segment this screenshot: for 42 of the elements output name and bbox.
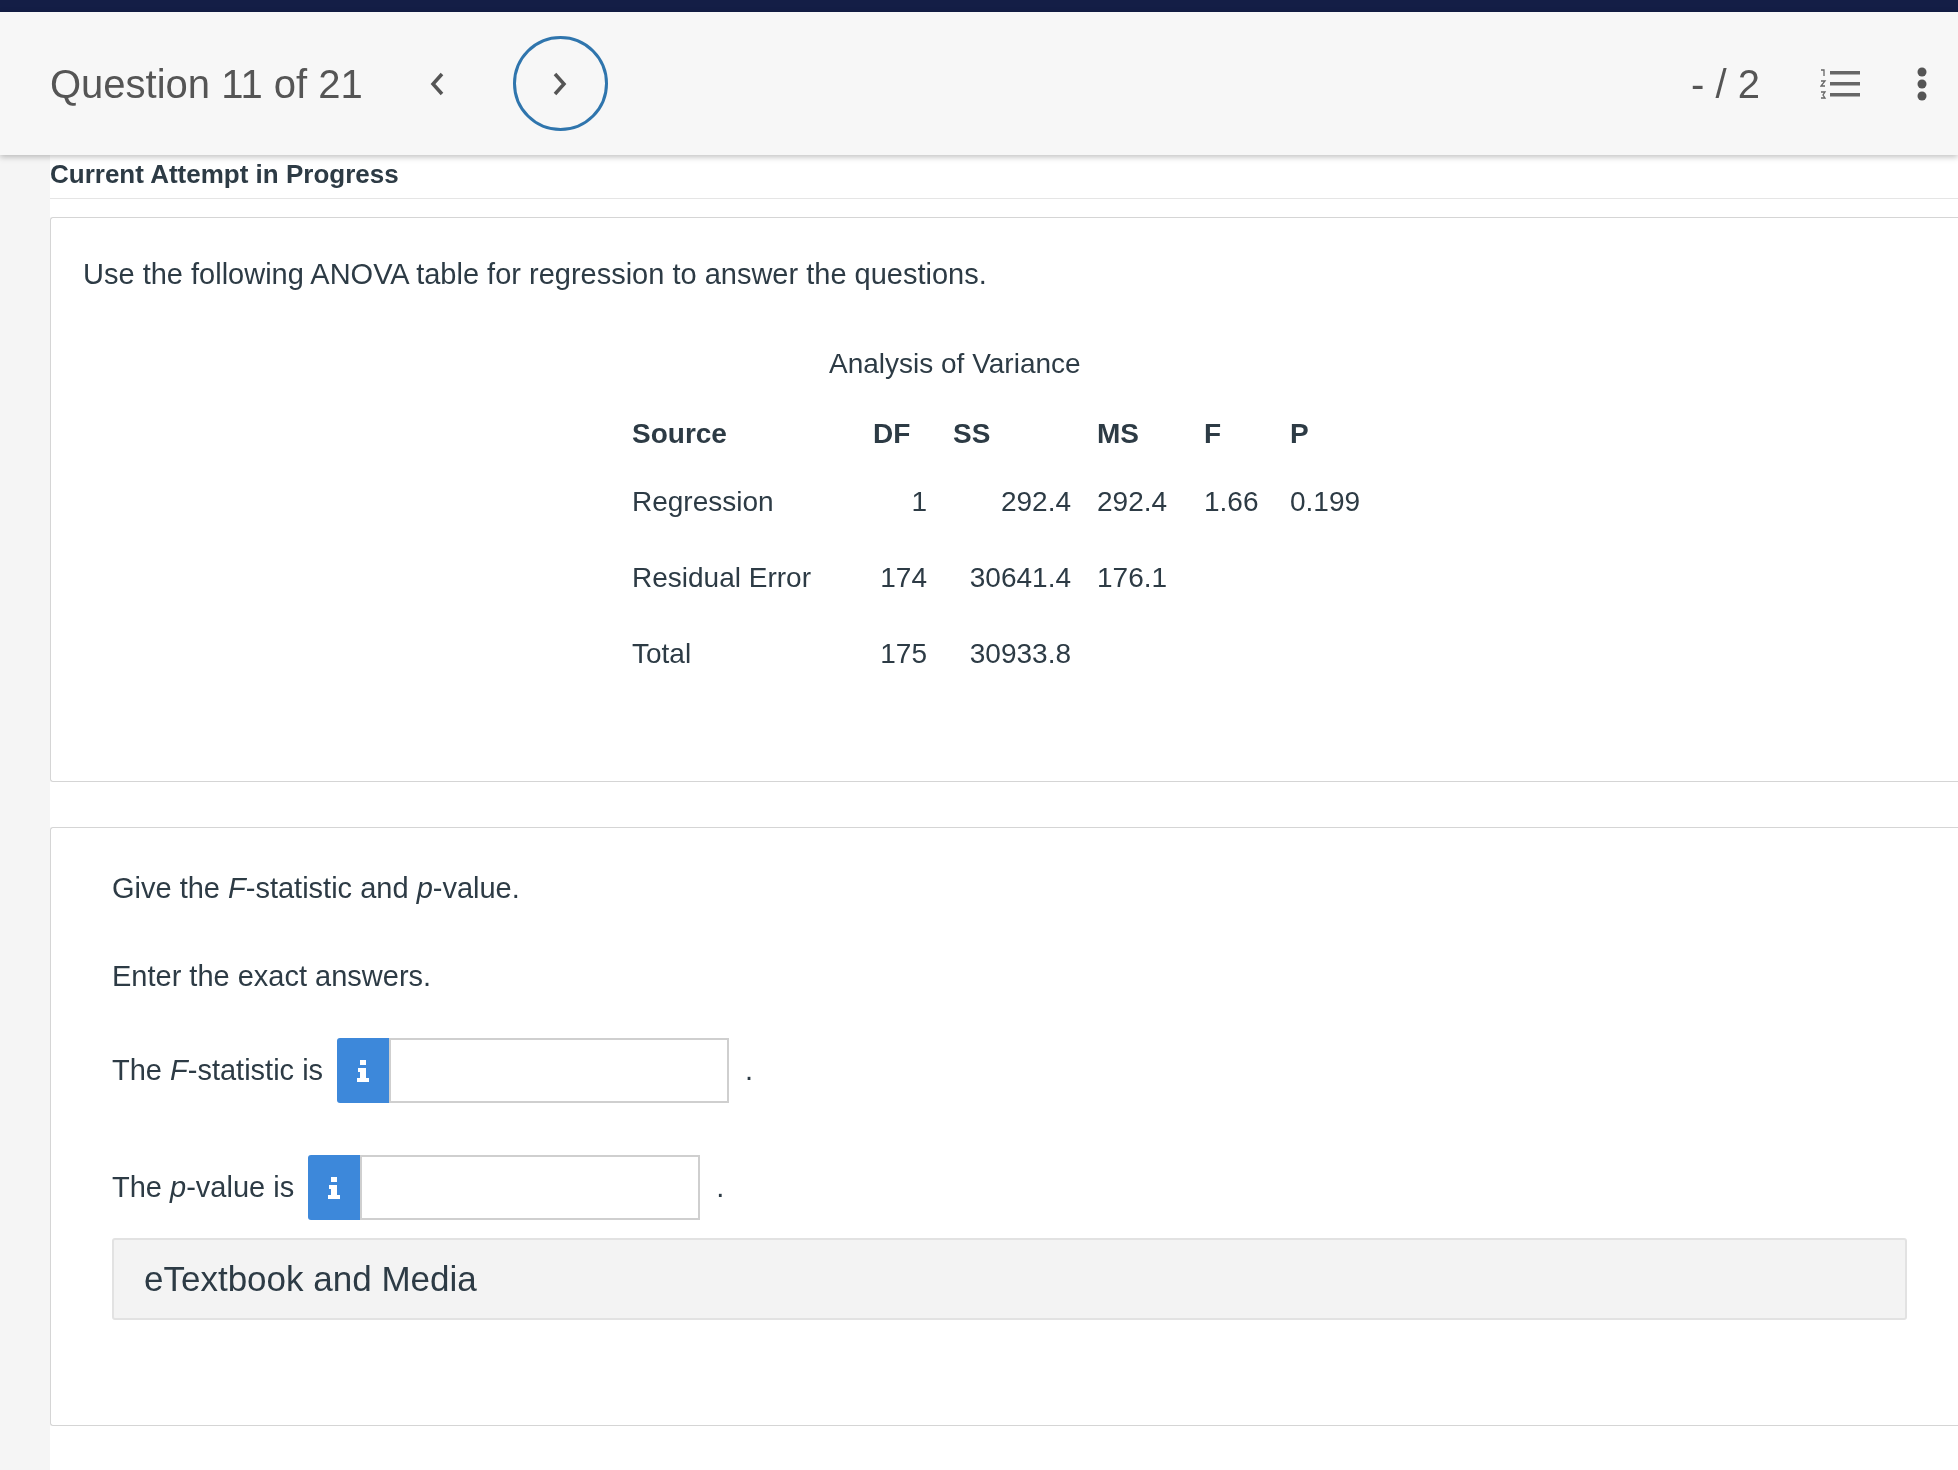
column-header: P: [1290, 417, 1309, 451]
numbered-list-icon: [1820, 67, 1860, 100]
table-cell-text: 30933.8: [969, 637, 1071, 671]
table-cell-text: 1.66: [1204, 485, 1259, 519]
intro-text: Use the following ANOVA table for regression to answer the questions.: [83, 257, 988, 292]
table-cell-text: Residual Error: [632, 561, 811, 595]
table-cell-text: 292.4: [1000, 485, 1071, 519]
chevron-left-icon: [428, 70, 445, 97]
score: - / 2: [1691, 60, 1760, 108]
table-cell-text: 0.199: [1290, 485, 1361, 519]
table-cell-text: 174: [880, 561, 927, 595]
question-counter: Question 11 of 21: [50, 60, 363, 108]
table-cell-text: 292.4: [1097, 485, 1168, 519]
info-button[interactable]: [308, 1155, 361, 1220]
table-cell-text: 175: [880, 637, 927, 671]
next-button[interactable]: [512, 36, 608, 131]
info-icon: [327, 1176, 342, 1199]
table-cell-text: Regression: [632, 485, 774, 519]
table-cell-text: 1: [911, 485, 927, 519]
period-text: .: [716, 1169, 725, 1205]
table-cell-text: 176.1: [1097, 561, 1168, 595]
more-icon: [1917, 66, 1927, 101]
info-icon: [356, 1059, 371, 1082]
chevron-right-icon: [552, 70, 569, 97]
table-cell-text: Total: [632, 637, 692, 671]
attempt-heading: Current Attempt in Progress: [50, 158, 400, 191]
etextbook-media-panel[interactable]: eTextbook and Media: [112, 1238, 1907, 1320]
column-header: Source: [632, 417, 727, 451]
info-button[interactable]: [337, 1038, 390, 1103]
question-prompt: Give the F-statistic and p-value.: [112, 871, 521, 906]
column-header: SS: [953, 417, 991, 451]
column-header: MS: [1097, 417, 1139, 451]
period-text: .: [745, 1052, 754, 1088]
answer-field[interactable]: [360, 1155, 701, 1220]
answer-field[interactable]: [389, 1038, 730, 1103]
table-cell-text: 30641.4: [969, 561, 1071, 595]
column-header: F: [1204, 417, 1222, 451]
answer-label: The F-statistic is: [112, 1052, 324, 1088]
answer-label: The p-value is: [112, 1169, 295, 1205]
instruction-text: Enter the exact answers.: [112, 959, 433, 994]
column-header: DF: [873, 417, 911, 451]
table-title: Analysis of Variance: [829, 347, 1081, 381]
